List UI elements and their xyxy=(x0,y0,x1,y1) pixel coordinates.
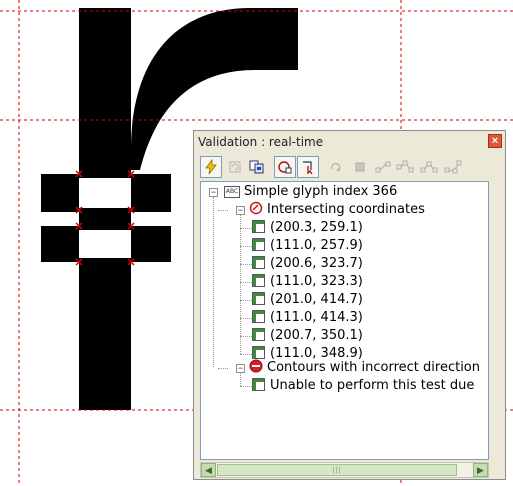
tree-item-label: (200.3, 259.1) xyxy=(270,220,363,235)
point-record-icon xyxy=(252,378,265,391)
glyph-bar-mid-lower xyxy=(41,226,171,230)
glyph-counter-lower xyxy=(79,230,131,258)
tree-root[interactable]: ABC Simple glyph index 366 xyxy=(224,183,397,201)
tree-connector xyxy=(240,215,241,354)
tree-connector xyxy=(218,210,228,211)
tree-item-label: (200.6, 323.7) xyxy=(270,256,363,271)
refresh-button[interactable] xyxy=(224,156,246,178)
tree-group-label: Intersecting coordinates xyxy=(267,202,425,217)
glyph-crossbar-right-bottom xyxy=(131,226,171,262)
tree-connector xyxy=(240,373,241,386)
point-record-icon xyxy=(252,274,265,287)
node-chain-button[interactable] xyxy=(394,156,416,178)
tree-item[interactable]: (201.0, 414.7) xyxy=(252,291,363,309)
close-button[interactable]: × xyxy=(488,134,502,148)
tree-connector xyxy=(240,336,252,337)
horizontal-scrollbar[interactable]: ◀ ||| ▶ xyxy=(200,462,489,478)
glyph-bar-top xyxy=(41,174,171,178)
tree-root-label: Simple glyph index 366 xyxy=(244,184,398,199)
point-record-icon xyxy=(252,220,265,233)
tree-item-label: (111.0, 257.9) xyxy=(270,238,363,253)
select-point-icon xyxy=(303,161,313,175)
validate-glyph-icon xyxy=(278,161,292,174)
point-record-icon xyxy=(252,310,265,323)
tree-group-contours[interactable]: Contours with incorrect direction xyxy=(249,359,480,377)
square-button[interactable] xyxy=(349,156,371,178)
node-branch-button[interactable] xyxy=(442,156,464,178)
tree-item-label: (201.0, 414.7) xyxy=(270,292,363,307)
node-graph-icon xyxy=(375,161,391,173)
copy-button[interactable] xyxy=(246,156,268,178)
validation-tree[interactable]: − ABC Simple glyph index 366 − Intersecti… xyxy=(200,181,489,460)
tree-item[interactable]: (200.6, 323.7) xyxy=(252,255,363,273)
tree-item-label: Unable to perform this test due xyxy=(270,378,475,393)
tree-group-intersecting[interactable]: Intersecting coordinates xyxy=(249,201,425,219)
tree-item-label: (200.7, 350.1) xyxy=(270,328,363,343)
glyph-crossbar-left-bottom xyxy=(41,226,79,262)
node-graph-button[interactable] xyxy=(372,156,394,178)
stop-error-icon xyxy=(249,359,263,373)
validation-panel: Validation : real-time × − ABC Simple gl… xyxy=(193,130,506,480)
panel-title: Validation : real-time xyxy=(198,135,324,149)
node-branch-icon xyxy=(444,160,462,174)
node-tree-icon xyxy=(420,161,438,173)
abc-glyph-icon: ABC xyxy=(224,185,240,198)
tree-item[interactable]: Unable to perform this test due xyxy=(252,377,474,395)
tree-item[interactable]: (200.7, 350.1) xyxy=(252,327,363,345)
point-record-icon xyxy=(252,328,265,341)
tree-connector xyxy=(240,228,252,229)
point-record-icon xyxy=(252,256,265,269)
point-record-icon xyxy=(252,346,265,359)
validate-glyph-button[interactable] xyxy=(274,156,296,178)
validation-toolbar xyxy=(194,153,505,183)
tree-item-label: (111.0, 323.3) xyxy=(270,274,363,289)
tree-group-label: Contours with incorrect direction xyxy=(267,360,480,375)
tree-connector xyxy=(218,368,228,369)
tree-connector xyxy=(240,282,252,283)
collapse-toggle[interactable]: − xyxy=(236,364,245,373)
tree-connector xyxy=(240,300,252,301)
glyph-bar-bottom xyxy=(41,258,171,262)
glyph-crossbar-right-top xyxy=(131,174,171,211)
collapse-toggle[interactable]: − xyxy=(209,188,218,197)
node-chain-icon xyxy=(396,160,414,173)
point-record-icon xyxy=(252,292,265,305)
grip-icon: ||| xyxy=(332,467,342,474)
point-record-icon xyxy=(252,238,265,251)
tree-item[interactable]: (111.0, 323.3) xyxy=(252,273,363,291)
glyph-counter-upper xyxy=(79,178,131,208)
scroll-right-button[interactable]: ▶ xyxy=(473,463,488,477)
tree-connector xyxy=(240,264,252,265)
tree-connector xyxy=(240,318,252,319)
tree-connector xyxy=(213,197,214,367)
intersection-warning-icon xyxy=(249,201,263,215)
copy-icon xyxy=(249,160,264,174)
scroll-thumb[interactable]: ||| xyxy=(217,464,457,476)
lightning-button[interactable] xyxy=(200,156,222,178)
tree-item[interactable]: (200.3, 259.1) xyxy=(252,219,363,237)
scroll-left-button[interactable]: ◀ xyxy=(201,463,216,477)
rotate-icon xyxy=(331,163,341,171)
select-point-button[interactable] xyxy=(297,156,319,178)
tree-connector xyxy=(240,354,252,355)
lightning-icon xyxy=(205,159,217,175)
tree-connector xyxy=(240,246,252,247)
tree-item[interactable]: (111.0, 257.9) xyxy=(252,237,363,255)
glyph-crossbar-left-top xyxy=(41,174,79,211)
panel-titlebar[interactable]: Validation : real-time × xyxy=(194,131,505,153)
rotate-button[interactable] xyxy=(325,156,347,178)
refresh-icon xyxy=(229,161,241,173)
square-icon xyxy=(355,162,365,172)
tree-item[interactable]: (111.0, 414.3) xyxy=(252,309,363,327)
collapse-toggle[interactable]: − xyxy=(236,206,245,215)
tree-connector xyxy=(240,386,252,387)
glyph-bar-mid-upper xyxy=(41,208,171,212)
tree-item-label: (111.0, 414.3) xyxy=(270,310,363,325)
node-tree-button[interactable] xyxy=(418,156,440,178)
